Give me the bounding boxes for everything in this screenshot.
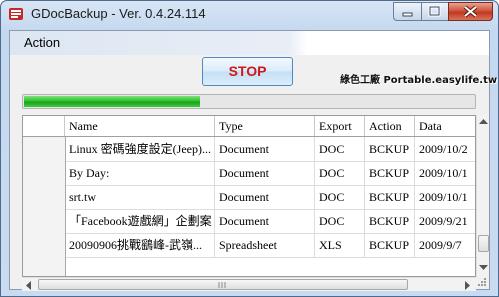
menu-action[interactable]: Action (24, 35, 60, 50)
app-icon (9, 8, 23, 20)
horizontal-scroll-thumb[interactable] (38, 279, 408, 290)
scroll-left-icon[interactable] (26, 281, 32, 290)
progress-bar (22, 94, 476, 109)
documents-table[interactable]: Name Type Export Action Data Linux 密碼強度設… (22, 115, 476, 277)
horizontal-scrollbar[interactable] (22, 277, 476, 291)
column-header-type[interactable]: Type (215, 116, 315, 136)
vertical-scroll-thumb[interactable] (478, 235, 489, 252)
cell-action: BCKUP (365, 137, 415, 161)
row-header[interactable] (23, 233, 66, 257)
cell-type: Document (215, 185, 315, 209)
column-header-export[interactable]: Export (315, 116, 365, 136)
cell-export: XLS (315, 233, 365, 257)
table-row[interactable]: Linux 密碼強度設定(Jeep)... Document DOC BCKUP… (23, 137, 475, 162)
row-header[interactable] (23, 257, 66, 276)
cell-name: srt.tw (65, 185, 215, 209)
stop-button[interactable]: STOP (202, 57, 293, 86)
cell-type: Document (215, 209, 315, 233)
table-row[interactable]: 「Facebook遊戲網」企劃案 Document DOC BCKUP 2009… (23, 209, 475, 234)
cell-data: 2009/10/1 (415, 161, 475, 185)
menu-bar: Action (10, 31, 489, 55)
cell-type: Spreadsheet (215, 233, 315, 257)
row-header[interactable] (23, 161, 66, 185)
cell-name: By Day: (65, 161, 215, 185)
minimize-button[interactable] (393, 2, 421, 21)
cell-export: DOC (315, 209, 365, 233)
cell-data: 2009/10/1 (415, 185, 475, 209)
cell-name: Linux 密碼強度設定(Jeep)... (65, 137, 215, 161)
vertical-scrollbar[interactable] (476, 115, 489, 277)
minimize-icon (402, 12, 413, 17)
cell-name: 20090906挑戰鷂峰-武嶺... (65, 233, 215, 257)
cell-export: DOC (315, 161, 365, 185)
scroll-up-icon[interactable] (479, 119, 488, 125)
close-icon (463, 5, 478, 18)
cell-export: DOC (315, 185, 365, 209)
title-bar[interactable]: GDocBackup - Ver. 0.4.24.114 (1, 1, 498, 29)
table-row[interactable]: By Day: Document DOC BCKUP 2009/10/1 (23, 161, 475, 186)
cell-data: 2009/10/2 (415, 137, 475, 161)
table-row[interactable]: 20090906挑戰鷂峰-武嶺... Spreadsheet XLS BCKUP… (23, 233, 475, 258)
row-header[interactable] (23, 209, 66, 233)
cell-action: BCKUP (365, 209, 415, 233)
table-row[interactable]: srt.tw Document DOC BCKUP 2009/10/1 (23, 185, 475, 210)
row-header-corner (23, 116, 65, 136)
main-panel: Action STOP 綠色工廠 Portable.easylife.tw Na… (9, 30, 497, 291)
cell-data: 2009/9/21 (415, 209, 475, 233)
progress-fill (24, 96, 200, 107)
maximize-icon (428, 5, 441, 17)
table-row-partial[interactable] (23, 257, 475, 276)
maximize-button[interactable] (421, 2, 448, 21)
column-header-action[interactable]: Action (365, 116, 415, 136)
cell-name: 「Facebook遊戲網」企劃案 (65, 209, 215, 233)
app-window: GDocBackup - Ver. 0.4.24.114 Action STOP… (0, 0, 499, 297)
table-header: Name Type Export Action Data (23, 116, 475, 137)
row-header[interactable] (23, 137, 66, 161)
cell-type: Document (215, 161, 315, 185)
column-header-data[interactable]: Data (415, 116, 475, 136)
cell-action: BCKUP (365, 233, 415, 257)
row-header[interactable] (23, 185, 66, 209)
watermark-text: 綠色工廠 Portable.easylife.tw (340, 75, 498, 86)
cell-action: BCKUP (365, 161, 415, 185)
scroll-down-icon[interactable] (479, 265, 488, 271)
resize-grip-icon[interactable] (477, 277, 487, 287)
close-button[interactable] (448, 2, 493, 21)
scroll-right-icon[interactable] (465, 281, 471, 290)
cell-export: DOC (315, 137, 365, 161)
column-header-name[interactable]: Name (65, 116, 215, 136)
cell-type: Document (215, 137, 315, 161)
cell-action: BCKUP (365, 185, 415, 209)
cell-data: 2009/9/7 (415, 233, 475, 257)
grip-icon (218, 282, 226, 288)
window-title: GDocBackup - Ver. 0.4.24.114 (31, 6, 206, 21)
